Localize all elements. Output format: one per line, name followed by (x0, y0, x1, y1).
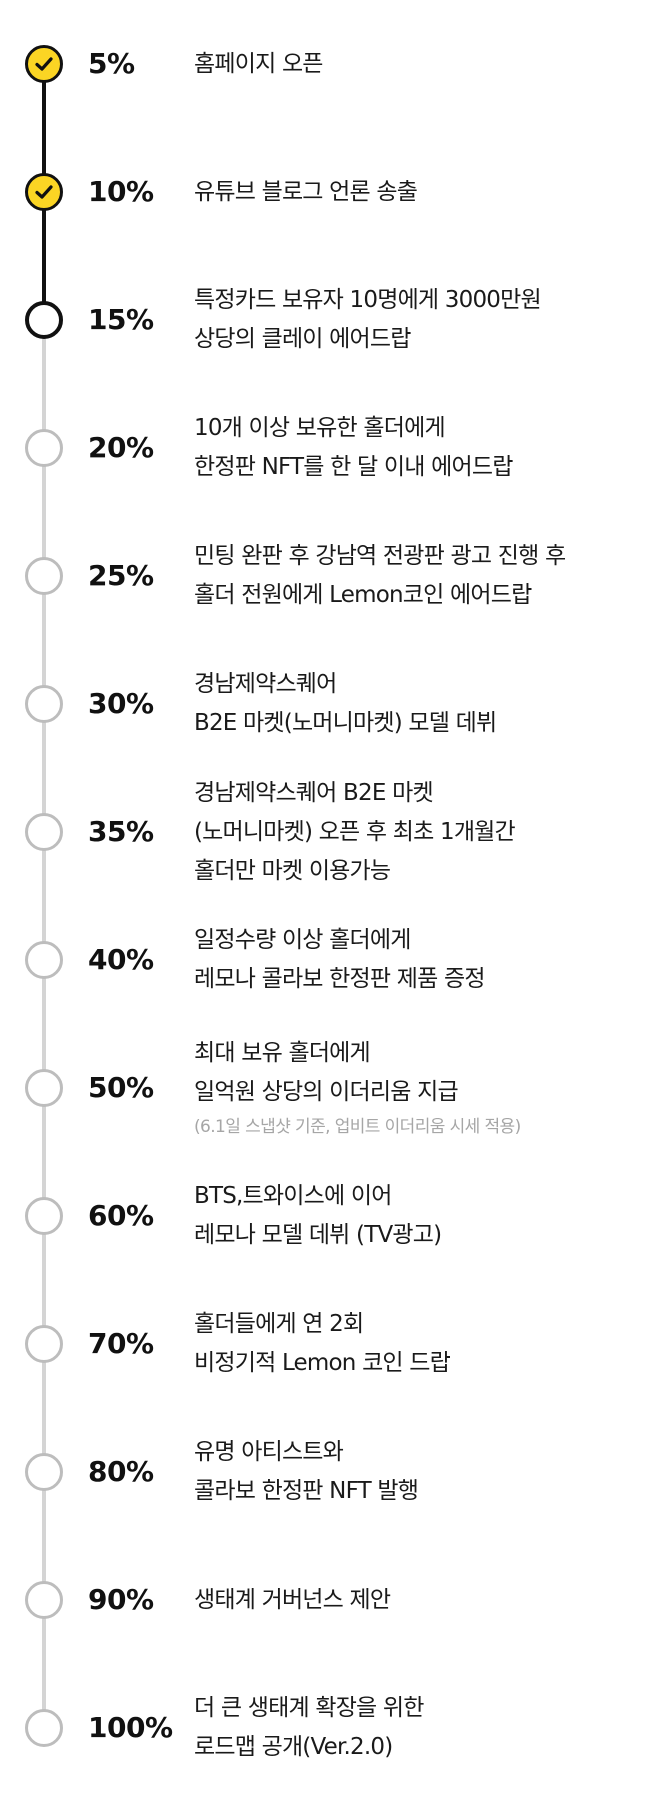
milestone-complete-marker (25, 45, 63, 83)
milestone-percent: 20% (88, 431, 154, 464)
milestone-description: 일정수량 이상 홀더에게레모나 콜라보 한정판 제품 증정 (194, 900, 644, 1020)
milestone-pending-marker (25, 1069, 63, 1107)
milestone-percent: 10% (88, 175, 154, 208)
milestone-description: 특정카드 보유자 10명에게 3000만원상당의 클레이 에어드랍 (194, 260, 644, 380)
milestone-percent: 5% (88, 47, 135, 80)
milestone-description-line: 홀더만 마켓 이용가능 (194, 857, 391, 884)
roadmap-timeline: 5% 홈페이지 오픈 10% 유튜브 블로그 언론 송출 15% 특정카드 보유자 10명… (0, 0, 656, 1812)
milestone-pending-marker (25, 1197, 63, 1235)
milestone-item: 10% 유튜브 블로그 언론 송출 (0, 132, 656, 252)
milestone-description: 경남제약스퀘어 B2E 마켓 (노머니마켓) 오픈 후 최초 1개월간홀더만 마켓… (194, 772, 644, 892)
milestone-pending-marker (25, 1581, 63, 1619)
milestone-footnote: (6.1일 스냅샷 기준, 업비트 이더리움 시세 적용) (194, 1117, 521, 1137)
milestone-description-line: 10개 이상 보유한 홀더에게 (194, 415, 446, 441)
milestone-description: 민팅 완판 후 강남역 전광판 광고 진행 후홀더 전원에게 Lemon코인 에… (194, 516, 644, 636)
milestone-description: 유명 아티스트와콜라보 한정판 NFT 발행 (194, 1412, 644, 1532)
milestone-description: 10개 이상 보유한 홀더에게한정판 NFT를 한 달 이내 에어드랍 (194, 388, 644, 508)
milestone-item: 90% 생태계 거버넌스 제안 (0, 1540, 656, 1660)
milestone-pending-marker (25, 429, 63, 467)
milestone-description-line: 경남제약스퀘어 B2E 마켓 (194, 779, 434, 806)
milestone-description-line: 한정판 NFT를 한 달 이내 에어드랍 (194, 454, 513, 480)
milestone-description-line: 홀더 전원에게 Lemon코인 에어드랍 (194, 582, 532, 608)
milestone-description-line: 로드맵 공개(Ver.2.0) (194, 1734, 393, 1760)
milestone-percent: 70% (88, 1327, 154, 1360)
milestone-item: 70% 홀더들에게 연 2회비정기적 Lemon 코인 드랍 (0, 1284, 656, 1404)
milestone-percent: 40% (88, 943, 154, 976)
milestone-percent: 50% (88, 1071, 154, 1104)
milestone-percent: 25% (88, 559, 154, 592)
milestone-item: 25% 민팅 완판 후 강남역 전광판 광고 진행 후홀더 전원에게 Lemon코… (0, 516, 656, 636)
milestone-description-line: 일정수량 이상 홀더에게 (194, 927, 411, 953)
milestone-pending-marker (25, 813, 63, 851)
milestone-item: 80% 유명 아티스트와콜라보 한정판 NFT 발행 (0, 1412, 656, 1532)
milestone-item: 5% 홈페이지 오픈 (0, 4, 656, 124)
milestone-description-line: 홀더들에게 연 2회 (194, 1311, 364, 1337)
milestone-description: BTS,트와이스에 이어레모나 모델 데뷔 (TV광고) (194, 1156, 644, 1276)
milestone-description-line: 홈페이지 오픈 (194, 50, 323, 77)
milestone-pending-marker (25, 301, 63, 339)
milestone-item: 100% 더 큰 생태계 확장을 위한로드맵 공개(Ver.2.0) (0, 1668, 656, 1788)
milestone-description-line: 일억원 상당의 이더리움 지급 (194, 1079, 459, 1105)
milestone-item: 50% 최대 보유 홀더에게일억원 상당의 이더리움 지급 (6.1일 스냅샷 기준… (0, 1028, 656, 1148)
milestone-description-line: BTS,트와이스에 이어 (194, 1183, 392, 1209)
check-icon (35, 57, 53, 71)
milestone-description-line: B2E 마켓(노머니마켓) 모델 데뷔 (194, 710, 497, 736)
milestone-description-line: 경남제약스퀘어 (194, 671, 337, 697)
milestone-item: 20% 10개 이상 보유한 홀더에게한정판 NFT를 한 달 이내 에어드랍 (0, 388, 656, 508)
milestone-item: 15% 특정카드 보유자 10명에게 3000만원상당의 클레이 에어드랍 (0, 260, 656, 380)
milestone-description-line: 상당의 클레이 에어드랍 (194, 326, 411, 352)
milestone-description-line: 콜라보 한정판 NFT 발행 (194, 1478, 419, 1504)
milestone-pending-marker (25, 685, 63, 723)
milestone-description: 경남제약스퀘어 B2E 마켓(노머니마켓) 모델 데뷔 (194, 644, 644, 764)
milestone-percent: 60% (88, 1199, 154, 1232)
milestone-description-line: 생태계 거버넌스 제안 (194, 1586, 391, 1613)
milestone-percent: 15% (88, 303, 154, 336)
check-icon (35, 185, 53, 199)
milestone-percent: 35% (88, 815, 154, 848)
milestone-description: 홈페이지 오픈 (194, 4, 644, 124)
milestone-percent: 30% (88, 687, 154, 720)
milestone-description-line: 특정카드 보유자 10명에게 3000만원 (194, 287, 542, 313)
milestone-pending-marker (25, 941, 63, 979)
milestone-pending-marker (25, 1709, 63, 1747)
milestone-complete-marker (25, 173, 63, 211)
milestone-description-line: 최대 보유 홀더에게 (194, 1040, 371, 1066)
milestone-description-line: 더 큰 생태계 확장을 위한 (194, 1695, 424, 1721)
milestone-percent: 80% (88, 1455, 154, 1488)
milestone-pending-marker (25, 557, 63, 595)
milestone-description-line: 레모나 모델 데뷔 (TV광고) (194, 1222, 442, 1248)
milestone-item: 35% 경남제약스퀘어 B2E 마켓 (노머니마켓) 오픈 후 최초 1개월간홀더만… (0, 772, 656, 892)
milestone-description-line: 레모나 콜라보 한정판 제품 증정 (194, 966, 486, 992)
milestone-description-line: (노머니마켓) 오픈 후 최초 1개월간 (194, 818, 516, 845)
milestone-description-line: 유튜브 블로그 언론 송출 (194, 178, 418, 205)
milestone-percent: 90% (88, 1583, 154, 1616)
milestone-description: 홀더들에게 연 2회비정기적 Lemon 코인 드랍 (194, 1284, 644, 1404)
milestone-item: 40% 일정수량 이상 홀더에게레모나 콜라보 한정판 제품 증정 (0, 900, 656, 1020)
milestone-item: 60% BTS,트와이스에 이어레모나 모델 데뷔 (TV광고) (0, 1156, 656, 1276)
milestone-percent: 100% (88, 1711, 173, 1744)
milestone-description: 유튜브 블로그 언론 송출 (194, 132, 644, 252)
milestone-description: 더 큰 생태계 확장을 위한로드맵 공개(Ver.2.0) (194, 1668, 644, 1788)
milestone-description-line: 비정기적 Lemon 코인 드랍 (194, 1350, 451, 1376)
milestone-pending-marker (25, 1453, 63, 1491)
milestone-description-line: 유명 아티스트와 (194, 1439, 344, 1465)
milestone-pending-marker (25, 1325, 63, 1363)
milestone-item: 30% 경남제약스퀘어 B2E 마켓(노머니마켓) 모델 데뷔 (0, 644, 656, 764)
milestone-description: 생태계 거버넌스 제안 (194, 1540, 644, 1660)
milestone-description-line: 민팅 완판 후 강남역 전광판 광고 진행 후 (194, 543, 566, 569)
milestone-description: 최대 보유 홀더에게일억원 상당의 이더리움 지급 (6.1일 스냅샷 기준, 업… (194, 1028, 644, 1148)
